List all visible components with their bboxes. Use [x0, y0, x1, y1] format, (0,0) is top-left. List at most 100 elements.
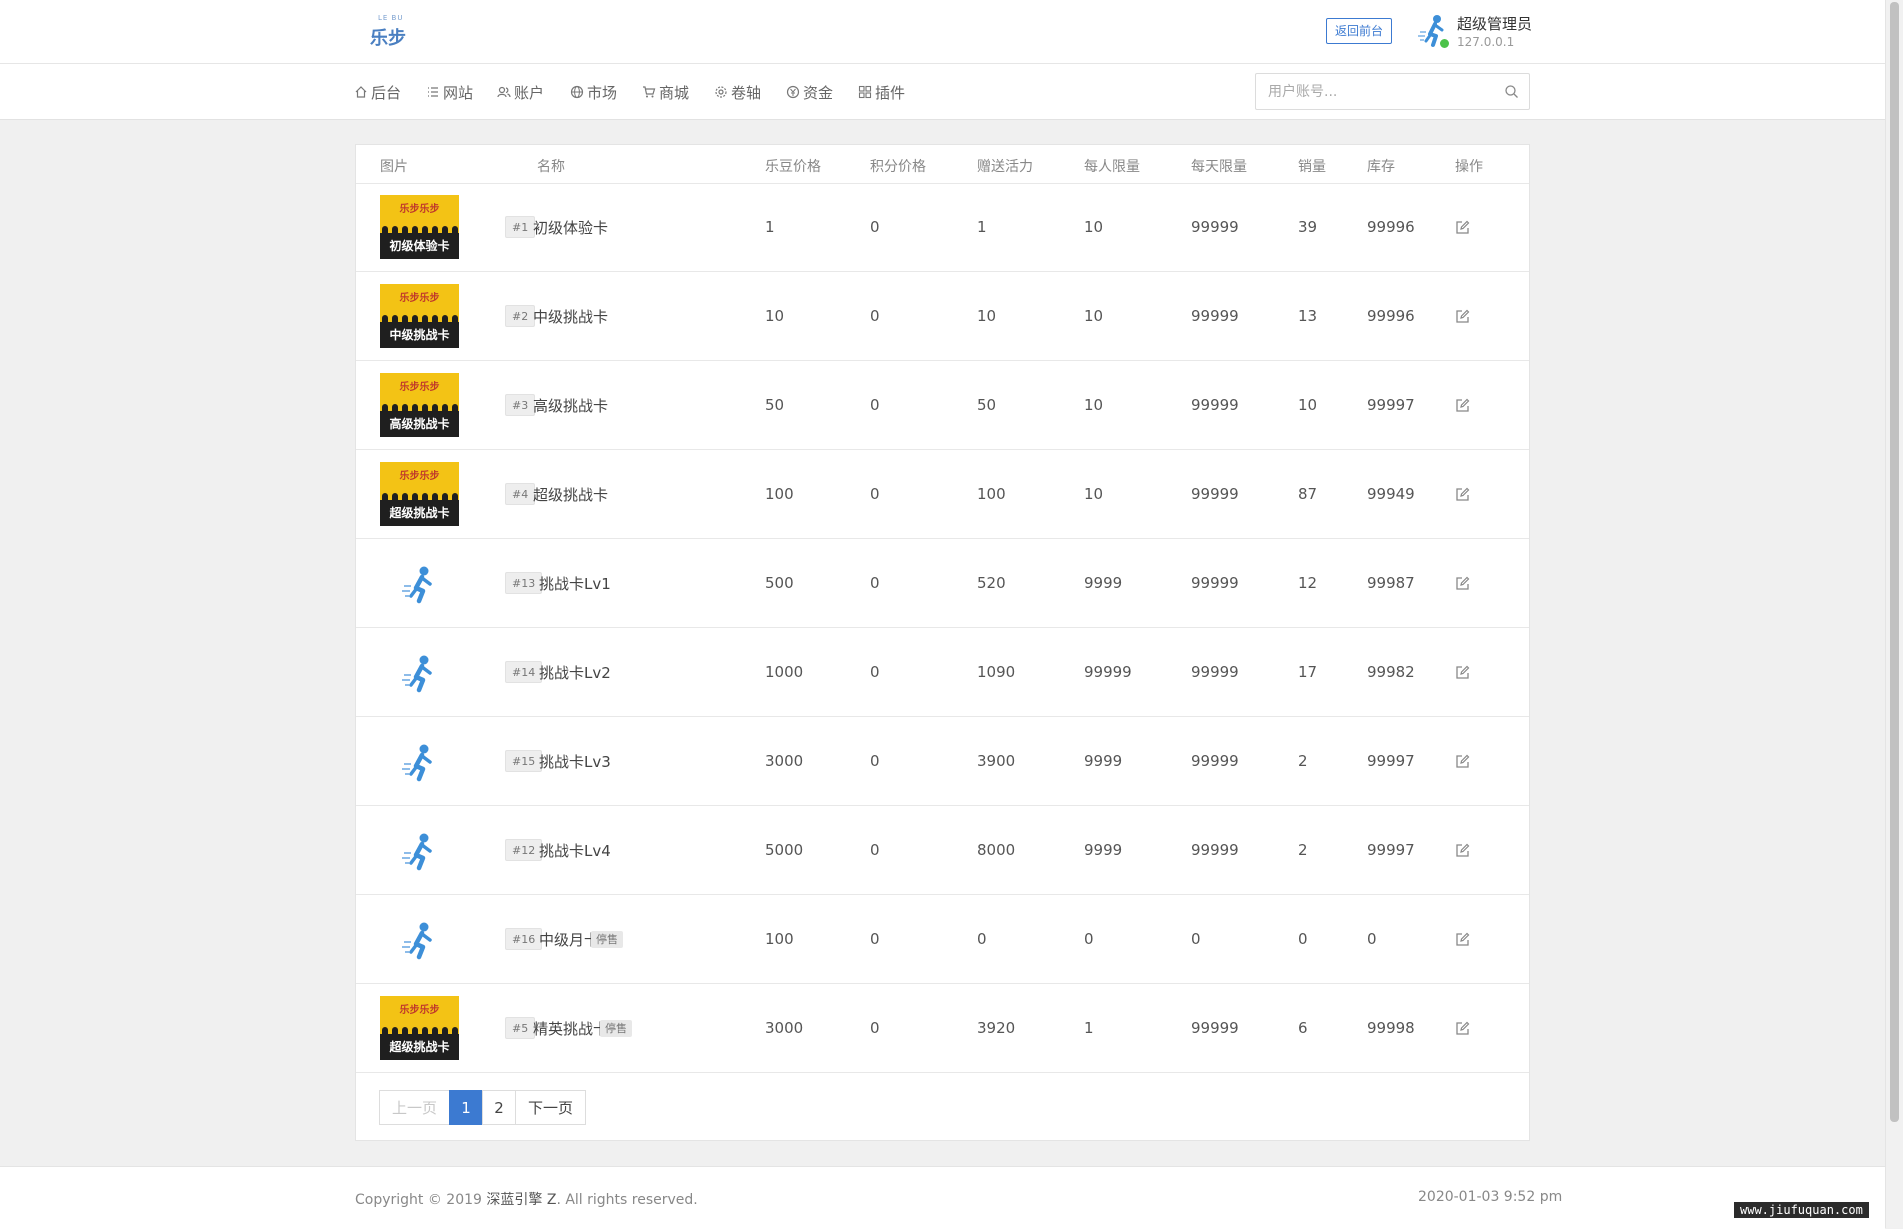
table-row: 乐步乐步 超级挑战卡 #4 超级挑战卡 100 0 100 10 99999 87 99949	[356, 450, 1529, 539]
points-cell: 0	[870, 307, 880, 325]
gear-icon	[715, 86, 727, 98]
table-row: #15 挑战卡Lv3 3000 0 3900 9999 99999 2 99997	[356, 717, 1529, 806]
card-image-label: 超级挑战卡	[389, 1040, 450, 1054]
edit-icon[interactable]	[1455, 487, 1470, 502]
nav-item-label: 资金	[803, 83, 834, 102]
bonus-cell: 1	[977, 218, 987, 236]
logo-text: 乐步	[370, 28, 406, 49]
home-icon	[355, 86, 367, 98]
per-user-limit-cell: 10	[1084, 307, 1104, 325]
price-cell: 3000	[765, 752, 804, 770]
edit-icon[interactable]	[1455, 932, 1470, 947]
edit-icon[interactable]	[1455, 665, 1470, 680]
copyright: Copyright © 2019 深蓝引擎 Z. All rights rese…	[355, 1189, 698, 1209]
per-day-limit-cell: 99999	[1191, 752, 1239, 770]
card-logo-text: 乐步乐步	[399, 471, 440, 482]
product-name: 初级体验卡	[533, 219, 609, 237]
sales-cell: 2	[1298, 752, 1308, 770]
prev-page-button[interactable]: 上一页	[379, 1090, 450, 1125]
pagination: 上一页 1 2 下一页	[379, 1090, 586, 1125]
edit-icon[interactable]	[1455, 220, 1470, 235]
nav-item-label: 账户	[514, 83, 545, 102]
product-name: 中级挑战卡	[533, 308, 609, 326]
back-to-frontend-button[interactable]: 返回前台	[1326, 18, 1392, 44]
list-icon	[428, 87, 438, 97]
page-2-button[interactable]: 2	[482, 1090, 516, 1125]
per-user-limit-cell: 9999	[1084, 752, 1123, 770]
stock-cell: 99982	[1367, 663, 1415, 681]
nav-item-label: 商城	[659, 83, 690, 102]
copyright-suffix: . All rights reserved.	[556, 1192, 698, 1208]
bonus-cell: 520	[977, 574, 1006, 592]
nav-item-label: 后台	[371, 83, 402, 102]
watermark: www.jiufuquan.com	[1734, 1202, 1869, 1218]
nav-item-plugins[interactable]: 插件	[858, 82, 905, 102]
user-name[interactable]: 超级管理员	[1457, 13, 1532, 34]
price-cell: 1	[765, 218, 775, 236]
price-cell: 10	[765, 307, 785, 325]
nav-item-dashboard[interactable]: 后台	[354, 82, 401, 102]
edit-icon[interactable]	[1455, 754, 1470, 769]
nav-item-market[interactable]: 市场	[570, 82, 617, 102]
site-logo[interactable]: LE BU 乐步	[368, 14, 408, 50]
bonus-cell: 1090	[977, 663, 1016, 681]
card-image-label: 初级体验卡	[389, 239, 450, 253]
edit-icon[interactable]	[1455, 843, 1470, 858]
runner-image	[402, 744, 432, 782]
nav-item-website[interactable]: 网站	[426, 82, 473, 102]
page-1-button[interactable]: 1	[449, 1090, 483, 1125]
bonus-cell: 3900	[977, 752, 1016, 770]
product-name: 精英挑战卡	[533, 1020, 609, 1038]
product-id-badge: #5	[505, 1017, 536, 1039]
points-cell: 0	[870, 663, 880, 681]
edit-icon[interactable]	[1455, 309, 1470, 324]
status-badge: 停售	[600, 1020, 632, 1037]
price-cell: 3000	[765, 1019, 804, 1037]
product-name: 挑战卡Lv4	[539, 842, 611, 860]
points-cell: 0	[870, 218, 880, 236]
points-cell: 0	[870, 930, 880, 948]
nav-item-accounts[interactable]: 账户	[497, 82, 544, 102]
per-user-limit-cell: 99999	[1084, 663, 1132, 681]
users-icon	[497, 86, 511, 98]
per-day-limit-cell: 99999	[1191, 485, 1239, 503]
grid-icon	[858, 85, 872, 99]
per-user-limit-cell: 1	[1084, 1019, 1094, 1037]
price-cell: 1000	[765, 663, 804, 681]
column-header-name: 名称	[537, 159, 565, 175]
nav-item-scrolls[interactable]: 卷轴	[714, 82, 761, 102]
sales-cell: 17	[1298, 663, 1318, 681]
nav-item-shop[interactable]: 商城	[642, 82, 689, 102]
card-image-label: 高级挑战卡	[389, 417, 450, 431]
product-list-panel: 图片 名称 乐豆价格 积分价格 赠送活力 每人限量 每天限量 销量 库存 操作 …	[355, 144, 1530, 1141]
sales-cell: 12	[1298, 574, 1318, 592]
product-id-badge: #2	[505, 305, 536, 327]
table-row: 乐步乐步 初级体验卡 #1 初级体验卡 1 0 1 10 99999 39 99996	[356, 183, 1529, 272]
product-id-badge: #3	[505, 394, 536, 416]
points-cell: 0	[870, 485, 880, 503]
per-user-limit-cell: 10	[1084, 218, 1104, 236]
copyright-brand-link[interactable]: 深蓝引擎 Z	[486, 1192, 556, 1208]
page-scrollbar[interactable]	[1885, 0, 1903, 1228]
points-cell: 0	[870, 574, 880, 592]
product-id-badge: #12	[505, 839, 543, 861]
status-badge: 停售	[591, 931, 623, 948]
points-cell: 0	[870, 752, 880, 770]
nav-item-funds[interactable]: 资金	[786, 82, 833, 102]
user-search-input[interactable]	[1266, 80, 1490, 104]
product-card-image: 乐步乐步 超级挑战卡	[380, 462, 459, 526]
sales-cell: 87	[1298, 485, 1318, 503]
next-page-button[interactable]: 下一页	[515, 1090, 586, 1125]
card-image-label: 超级挑战卡	[389, 506, 450, 520]
scrollbar-thumb[interactable]	[1890, 2, 1899, 1122]
edit-icon[interactable]	[1455, 1021, 1470, 1036]
table-row: #12 挑战卡Lv4 5000 0 8000 9999 99999 2 99997	[356, 806, 1529, 895]
per-day-limit-cell: 99999	[1191, 218, 1239, 236]
column-header-sales: 销量	[1298, 159, 1326, 175]
edit-icon[interactable]	[1455, 576, 1470, 591]
search-icon[interactable]	[1504, 84, 1519, 99]
product-name: 挑战卡Lv3	[539, 753, 611, 771]
edit-icon[interactable]	[1455, 398, 1470, 413]
user-ip: 127.0.0.1	[1457, 35, 1515, 49]
product-id-badge: #15	[505, 750, 543, 772]
